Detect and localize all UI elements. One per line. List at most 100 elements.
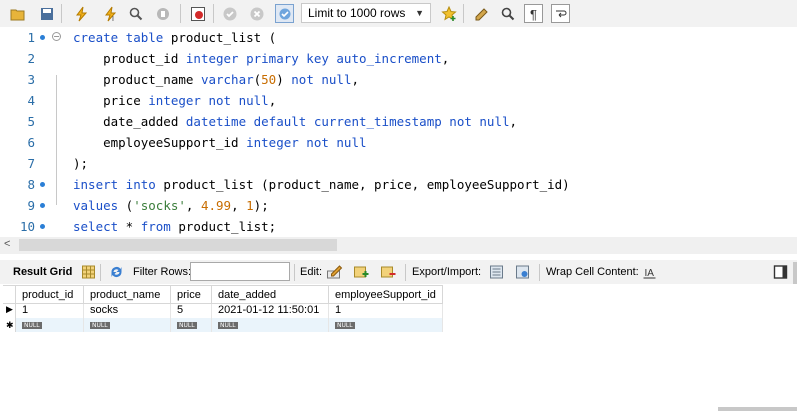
code-line[interactable]: 1 − create table product_list ( <box>0 27 797 48</box>
column-header-date_added[interactable]: date_added <box>211 285 329 304</box>
refresh-icon[interactable] <box>108 264 125 280</box>
horizontal-scrollbar[interactable]: < <box>0 237 797 254</box>
code-text: select * from product_list; <box>73 216 276 237</box>
cell-date_added[interactable]: 2021-01-12 11:50:01 <box>211 303 329 318</box>
edit-row-icon[interactable] <box>326 264 343 280</box>
wrap-cell-icon[interactable]: IA <box>641 264 658 280</box>
null-badge: NULL <box>335 322 355 329</box>
code-token: , <box>231 198 247 213</box>
autocommit-icon[interactable] <box>275 4 294 23</box>
null-cell[interactable]: NULL <box>83 318 171 332</box>
code-line[interactable]: 10 select * from product_list; <box>0 216 797 237</box>
code-token: date_added <box>73 114 186 129</box>
beautify-icon[interactable] <box>472 4 491 23</box>
result-horizontal-scrollbar[interactable] <box>718 407 797 411</box>
null-cell[interactable]: NULL <box>328 318 443 332</box>
stop-icon[interactable] <box>153 4 172 23</box>
code-line[interactable]: 3 product_name varchar(50) not null, <box>0 69 797 90</box>
statement-marker-icon <box>40 182 45 187</box>
code-line[interactable]: 2 product_id integer primary key auto_in… <box>0 48 797 69</box>
result-grid[interactable]: product_id product_name price date_added… <box>0 284 797 411</box>
find-icon[interactable] <box>498 4 517 23</box>
cell-product_name[interactable]: socks <box>83 303 171 318</box>
code-line[interactable]: 8 insert into product_list (product_name,… <box>0 174 797 195</box>
fold-toggle-icon[interactable]: − <box>52 32 61 41</box>
code-line[interactable]: 4 price integer not null, <box>0 90 797 111</box>
code-token: , <box>185 198 201 213</box>
line-number: 10 <box>19 219 35 234</box>
delete-row-icon[interactable] <box>380 264 397 280</box>
code-token: , <box>351 72 360 87</box>
limit-rows-select[interactable]: Limit to 1000 rows ▼ <box>301 3 431 23</box>
code-line[interactable]: 9 values ('socks', 4.99, 1); <box>0 195 797 216</box>
null-cell[interactable]: NULL <box>211 318 329 332</box>
code-token: 1 <box>246 198 254 213</box>
null-badge: NULL <box>22 322 42 329</box>
code-text: price integer not null, <box>73 90 276 111</box>
code-token: product_list; <box>170 219 277 234</box>
chevron-down-icon: ▼ <box>415 8 424 18</box>
scroll-left-icon[interactable]: < <box>4 238 10 250</box>
statement-marker-icon <box>40 203 45 208</box>
code-token: datetime default current_timestamp not n… <box>185 114 510 129</box>
scroll-thumb[interactable] <box>19 239 337 251</box>
line-number: 4 <box>27 93 35 108</box>
bookmark-icon[interactable] <box>439 4 458 23</box>
save-icon[interactable] <box>37 4 56 23</box>
null-badge: NULL <box>218 322 238 329</box>
export-import-label: Export/Import: <box>412 266 482 278</box>
code-line[interactable]: 7); <box>0 153 797 174</box>
sql-editor[interactable]: 1− create table product_list (2 product_i… <box>0 27 797 237</box>
explain-icon[interactable] <box>126 4 145 23</box>
cell-employeeSupport_id[interactable]: 1 <box>328 303 443 318</box>
code-token: product_id <box>73 51 186 66</box>
row-selector-icon[interactable]: ▶ <box>3 303 16 318</box>
column-header-employeeSupport_id[interactable]: employeeSupport_id <box>328 285 443 304</box>
cell-product_id[interactable]: 1 <box>15 303 84 318</box>
column-header-product_name[interactable]: product_name <box>83 285 171 304</box>
line-number: 1 <box>27 30 35 45</box>
null-cell[interactable]: NULL <box>170 318 212 332</box>
code-token: varchar <box>200 72 254 87</box>
new-row[interactable]: ✱ NULL NULL NULL NULL NULL <box>3 318 443 332</box>
code-line[interactable]: 5 date_added datetime default current_ti… <box>0 111 797 132</box>
line-number: 3 <box>27 72 35 87</box>
code-token: insert into <box>73 177 156 192</box>
invisible-chars-icon[interactable]: ¶ <box>524 4 543 23</box>
line-number: 6 <box>27 135 35 150</box>
statement-marker-icon <box>40 35 45 40</box>
svg-text:¶: ¶ <box>530 7 537 22</box>
code-line[interactable]: 6 employeeSupport_id integer not null <box>0 132 797 153</box>
code-text: product_name varchar(50) not null, <box>73 69 359 90</box>
svg-text:I: I <box>112 16 114 22</box>
toggle-error-icon[interactable] <box>188 4 207 23</box>
cell-price[interactable]: 5 <box>170 303 212 318</box>
toggle-panel-icon[interactable] <box>772 264 789 280</box>
folder-open-icon[interactable] <box>8 4 27 23</box>
rollback-icon[interactable] <box>247 4 266 23</box>
code-token: create table <box>73 30 164 45</box>
grid-view-icon[interactable] <box>80 264 97 280</box>
execute-current-icon[interactable]: I <box>101 4 120 23</box>
column-header-price[interactable]: price <box>170 285 212 304</box>
limit-rows-label: Limit to 1000 rows <box>308 6 406 20</box>
sql-toolbar: I Limit to 1000 rows ▼ ¶ <box>0 0 797 28</box>
line-number: 8 <box>27 177 35 192</box>
code-token: ); <box>253 198 269 213</box>
insert-row-icon[interactable] <box>353 264 370 280</box>
execute-icon[interactable] <box>72 4 91 23</box>
line-number: 5 <box>27 114 35 129</box>
code-text: date_added datetime default current_time… <box>73 111 517 132</box>
result-table: product_id product_name price date_added… <box>3 285 443 332</box>
filter-rows-input[interactable] <box>190 262 290 281</box>
commit-icon[interactable] <box>220 4 239 23</box>
column-header-product_id[interactable]: product_id <box>15 285 84 304</box>
null-cell[interactable]: NULL <box>15 318 84 332</box>
code-token: product_name <box>73 72 201 87</box>
wrap-icon[interactable] <box>551 4 570 23</box>
table-row[interactable]: ▶ 1 socks 5 2021-01-12 11:50:01 1 <box>3 303 443 318</box>
export-icon[interactable] <box>488 264 505 280</box>
import-icon[interactable] <box>514 264 531 280</box>
result-grid-label[interactable]: Result Grid <box>13 266 72 278</box>
code-token: integer not null <box>246 135 367 150</box>
